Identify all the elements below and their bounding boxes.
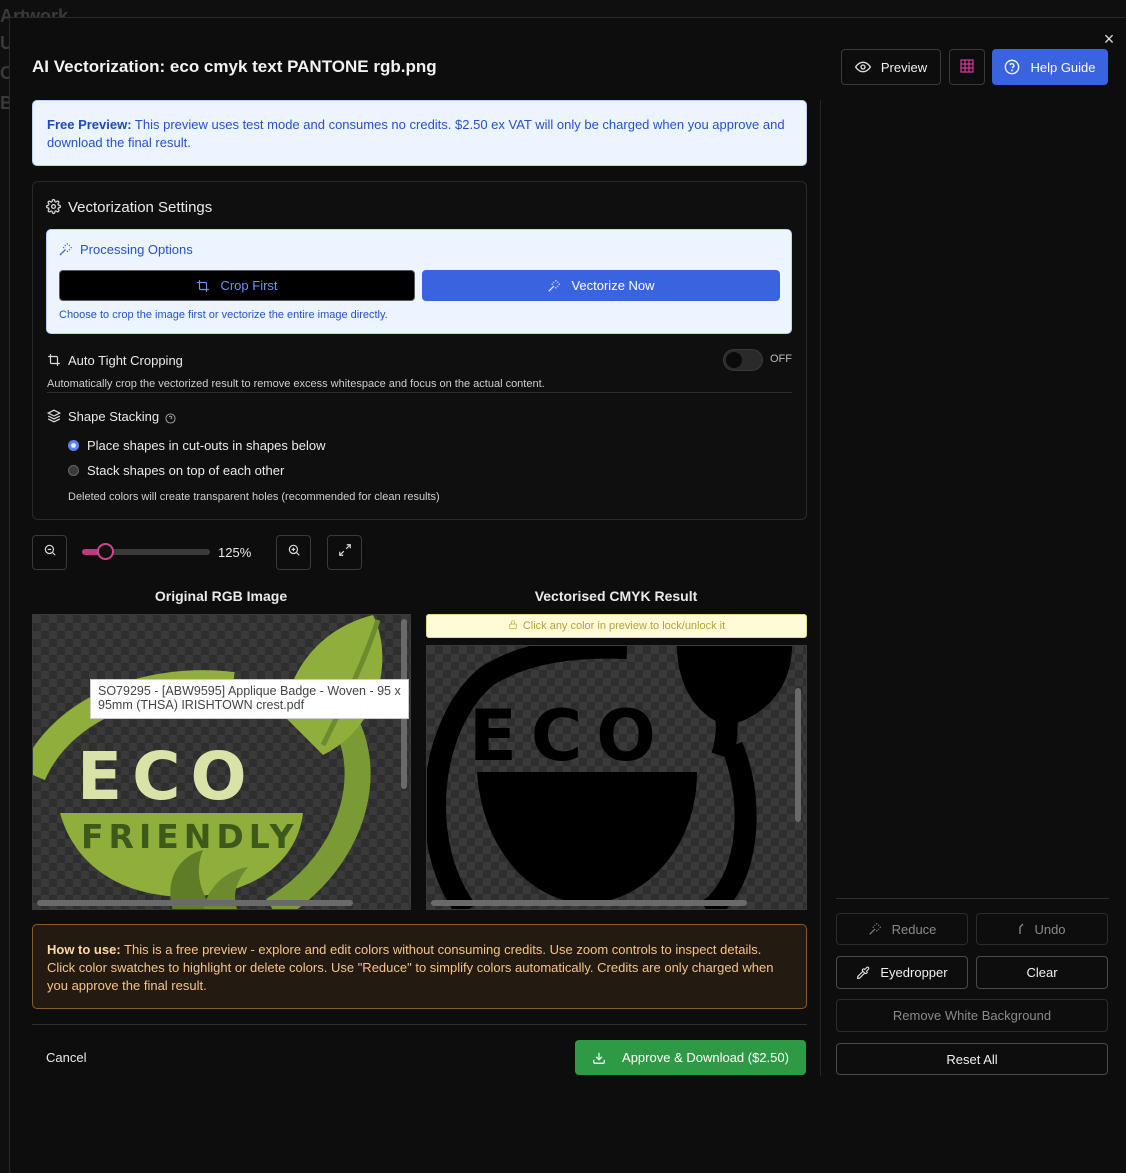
stacking-option-label: Stack shapes on top of each other [87, 463, 285, 478]
stacking-radio-stack[interactable] [68, 465, 79, 476]
original-logo-image: ECO FRIENDLY [33, 615, 383, 909]
auto-crop-description: Automatically crop the vectorized result… [47, 378, 545, 390]
eye-icon [854, 59, 871, 75]
zoom-slider-thumb[interactable] [97, 543, 115, 560]
help-circle-icon [1004, 59, 1020, 75]
processing-hint: Choose to crop the image first or vector… [59, 309, 388, 321]
layers-icon [46, 409, 62, 428]
settings-title: Vectorization Settings [68, 199, 213, 216]
grid-toggle-button[interactable] [949, 49, 985, 85]
reduce-button[interactable]: Reduce [836, 913, 968, 945]
reset-all-button[interactable]: Reset All [836, 1043, 1108, 1075]
lock-hint-text: Click any color in preview to lock/unloc… [522, 620, 726, 632]
reset-all-label: Reset All [946, 1051, 998, 1067]
stacking-radio-cutouts[interactable] [68, 440, 79, 451]
approve-download-label: Approve & Download ($2.50) [622, 1050, 789, 1065]
vectorize-now-button[interactable]: Vectorize Now [422, 270, 780, 301]
clear-button[interactable]: Clear [976, 956, 1108, 989]
result-image-viewer[interactable]: ECO [426, 645, 807, 910]
notice-text: This preview uses test mode and consumes… [47, 117, 785, 150]
clear-label: Clear [1026, 965, 1058, 980]
zoom-in-icon [287, 543, 301, 562]
undo-icon [1018, 923, 1028, 935]
download-icon [592, 1051, 606, 1065]
cancel-button[interactable]: Cancel [46, 1050, 86, 1065]
crop-icon [196, 279, 210, 293]
result-logo-image: ECO [427, 646, 792, 909]
processing-options-title: Processing Options [80, 242, 193, 257]
eyedropper-label: Eyedropper [880, 965, 948, 980]
lock-hint-banner: Click any color in preview to lock/unloc… [426, 614, 807, 638]
original-image-viewer[interactable]: ECO FRIENDLY [32, 614, 411, 910]
logo-word-eco: ECO [77, 738, 257, 815]
magic-wand-icon [58, 242, 73, 262]
how-to-use-notice: How to use: This is a free preview - exp… [32, 924, 807, 1009]
logo-word-friendly: FRIENDLY [81, 817, 299, 856]
eyedropper-button[interactable]: Eyedropper [836, 956, 968, 989]
result-horizontal-scrollbar[interactable] [431, 900, 747, 906]
magic-wand-icon [547, 279, 561, 293]
reduce-label: Reduce [891, 921, 937, 937]
zoom-out-icon [43, 543, 57, 562]
stacking-description: Deleted colors will create transparent h… [68, 491, 440, 503]
dialog-title: AI Vectorization: eco cmyk text PANTONE … [32, 57, 437, 76]
eyedropper-icon [856, 966, 870, 980]
vectorize-now-label: Vectorize Now [571, 278, 655, 293]
original-image-title: Original RGB Image [154, 588, 288, 604]
close-icon[interactable]: × [1100, 30, 1118, 48]
side-panel-divider [836, 898, 1109, 899]
crop-first-label: Crop First [220, 278, 278, 293]
grid-icon [960, 58, 974, 76]
remove-white-background-button[interactable]: Remove White Background [836, 999, 1108, 1032]
preview-button[interactable]: Preview [841, 49, 941, 85]
crop-icon [47, 353, 61, 372]
lock-icon [508, 619, 518, 633]
undo-button[interactable]: Undo [976, 913, 1108, 945]
free-preview-notice: Free Preview: This preview uses test mod… [32, 100, 807, 166]
help-guide-label: Help Guide [1030, 59, 1096, 75]
zoom-in-button[interactable] [276, 535, 311, 570]
remove-white-background-label: Remove White Background [892, 1008, 1052, 1023]
info-icon[interactable] [165, 411, 176, 429]
howto-text: This is a free preview - explore and edi… [47, 942, 774, 993]
approve-download-button[interactable]: Approve & Download ($2.50) [575, 1040, 806, 1075]
undo-label: Undo [1034, 921, 1066, 937]
file-tooltip: SO79295 - [ABW9595] Applique Badge - Wov… [90, 679, 409, 719]
result-word-eco: ECO [469, 695, 670, 777]
preview-label: Preview [880, 59, 928, 75]
howto-bold: How to use: [47, 942, 121, 957]
auto-crop-state: OFF [770, 353, 792, 365]
result-image-title: Vectorised CMYK Result [534, 588, 698, 604]
crop-first-button[interactable]: Crop First [59, 270, 415, 301]
zoom-level: 125% [218, 545, 252, 560]
zoom-out-button[interactable] [32, 535, 67, 570]
expand-icon [338, 543, 352, 562]
result-vertical-scrollbar[interactable] [795, 688, 801, 822]
fullscreen-button[interactable] [327, 535, 362, 570]
side-panel-border [820, 100, 821, 1076]
shape-stacking-title: Shape Stacking [68, 409, 160, 424]
original-horizontal-scrollbar[interactable] [37, 900, 353, 906]
auto-crop-title: Auto Tight Cropping [68, 353, 183, 368]
settings-gear-icon [46, 199, 61, 219]
divider [47, 392, 792, 393]
zoom-slider-track[interactable] [82, 543, 210, 560]
footer-divider [32, 1024, 807, 1025]
magic-wand-icon [868, 922, 882, 936]
auto-crop-toggle[interactable] [723, 349, 763, 371]
help-guide-button[interactable]: Help Guide [992, 49, 1108, 85]
notice-bold: Free Preview: [47, 117, 132, 132]
stacking-option-label: Place shapes in cut-outs in shapes below [87, 438, 326, 453]
